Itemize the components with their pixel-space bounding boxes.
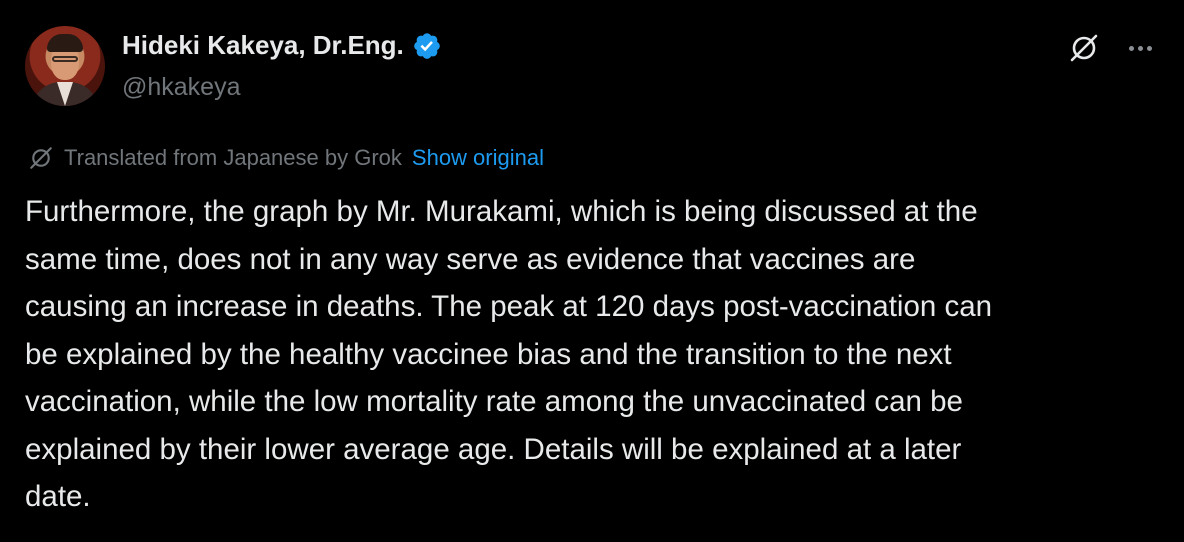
grok-icon	[1070, 34, 1098, 62]
more-dot-icon	[1137, 45, 1143, 51]
tweet-text-line: explained by their lower average age. De…	[25, 432, 962, 466]
tweet-text-line: be explained by the healthy vaccinee bia…	[25, 337, 952, 371]
show-original-link[interactable]: Show original	[412, 145, 544, 171]
grok-translate-icon	[30, 147, 52, 169]
verified-badge-icon[interactable]	[412, 31, 442, 61]
avatar[interactable]	[25, 26, 105, 106]
more-dot-icon	[1146, 45, 1152, 51]
tweet-text-line: Furthermore, the graph by Mr. Murakami, …	[25, 195, 978, 228]
author-name-row: Hideki Kakeya, Dr.Eng.	[122, 30, 442, 61]
grok-button[interactable]	[1066, 30, 1102, 66]
tweet-text-line: same time, does not in any way serve as …	[25, 242, 916, 276]
author-handle[interactable]: @hkakeya	[122, 73, 241, 102]
tweet-text-line: vaccination, while the low mortality rat…	[25, 385, 963, 418]
tweet-text-line: date.	[25, 480, 91, 513]
more-options-button[interactable]	[1120, 30, 1160, 66]
tweet-text: Furthermore, the graph by Mr. Murakami, …	[25, 188, 1165, 521]
more-dot-icon	[1128, 45, 1134, 51]
avatar-glasses	[52, 56, 78, 62]
avatar-hair	[47, 34, 83, 52]
author-display-name[interactable]: Hideki Kakeya, Dr.Eng.	[122, 30, 404, 61]
tweet-text-line: causing an increase in deaths. The peak …	[25, 290, 993, 323]
translation-label: Translated from Japanese by Grok	[64, 145, 402, 170]
translation-notice: Translated from Japanese by Grok Show or…	[28, 145, 544, 171]
